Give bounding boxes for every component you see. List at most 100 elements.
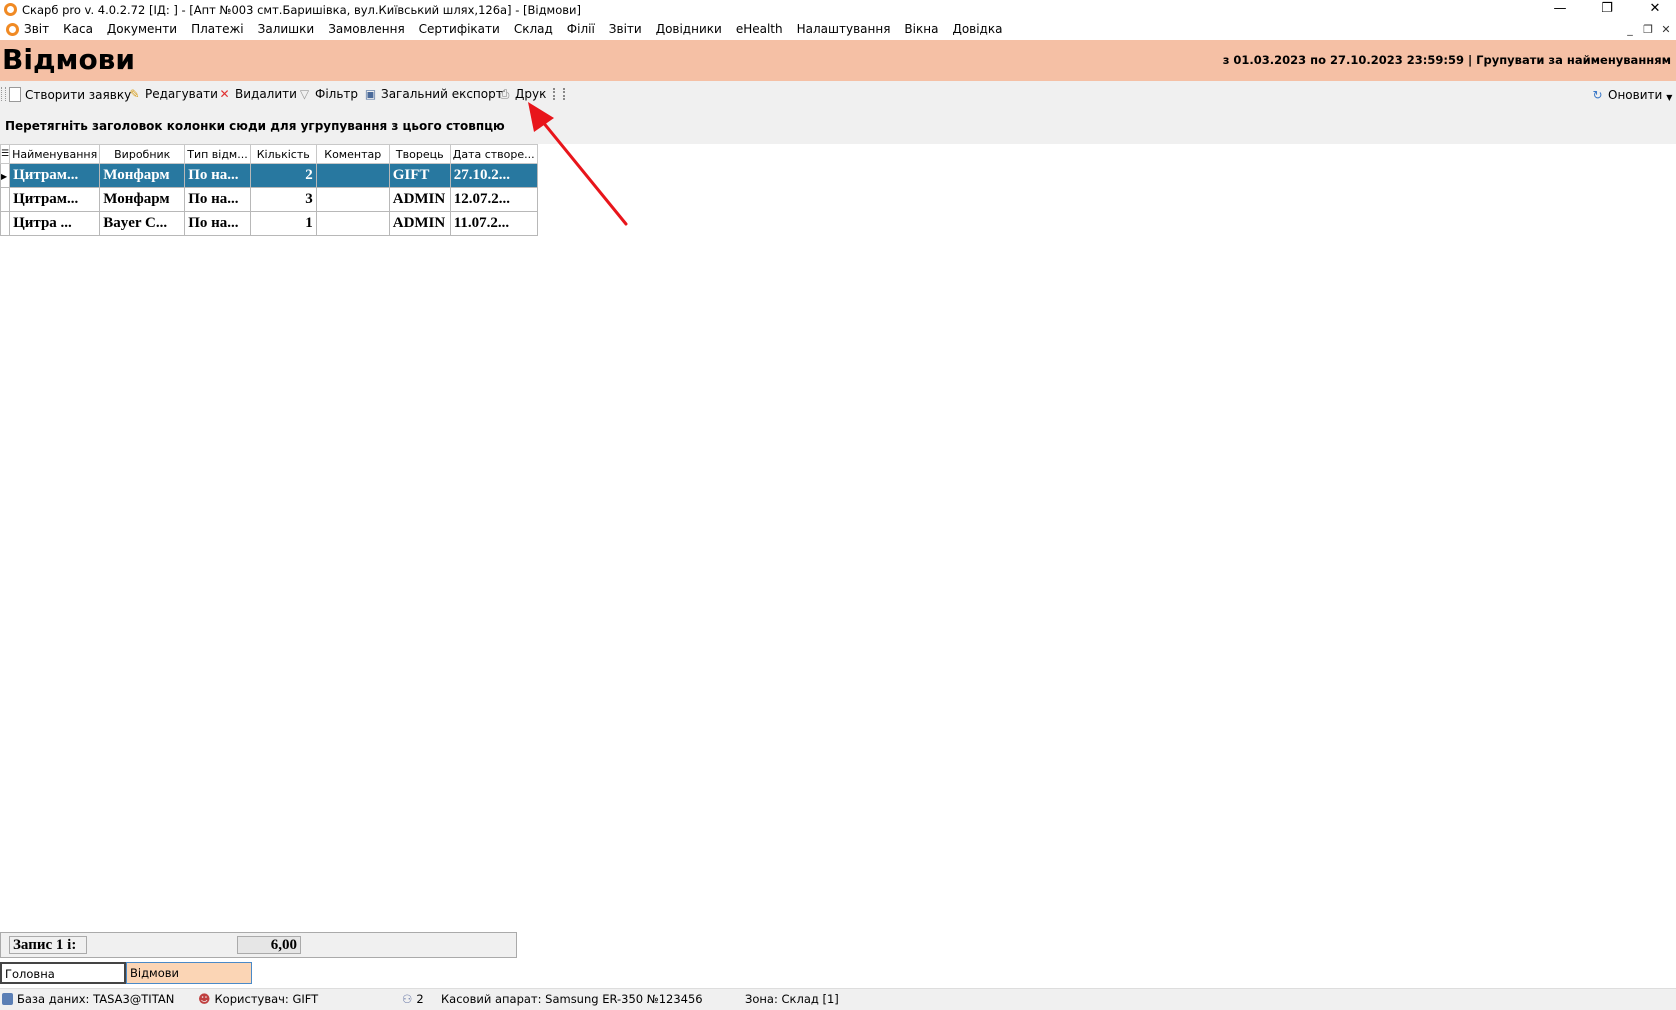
menu-item-payments[interactable]: Платежі: [191, 22, 244, 36]
cell-creator[interactable]: ADMIN: [388, 187, 451, 212]
menu-item-reports[interactable]: Звіти: [609, 22, 642, 36]
column-header-creator[interactable]: Творець: [388, 144, 451, 164]
page-header: Відмови з 01.03.2023 по 27.10.2023 23:59…: [0, 40, 1676, 81]
refresh-label: Оновити: [1608, 87, 1663, 102]
menu-item-branches[interactable]: Філії: [567, 22, 595, 36]
status-bar: База даних: TASA3@TITAN ☻ Користувач: GI…: [0, 988, 1676, 1010]
app-menu-icon[interactable]: [6, 23, 19, 36]
column-header-quantity[interactable]: Кількість: [249, 144, 317, 164]
menu-items: Звіт Каса Документи Платежі Залишки Замо…: [24, 22, 1002, 36]
menu-item-report[interactable]: Звіт: [24, 22, 49, 36]
create-request-label: Створити заявку: [25, 87, 132, 102]
filter-label: Фільтр: [315, 87, 359, 101]
cell-quantity[interactable]: 2: [249, 163, 317, 188]
status-count-text: 2: [416, 992, 424, 1006]
tab-refusals[interactable]: Відмови: [126, 962, 252, 984]
users-icon: ⚇: [402, 992, 413, 1006]
cell-name[interactable]: Цитрам...: [9, 187, 101, 212]
cell-manufacturer[interactable]: Монфарм: [99, 187, 186, 212]
menu-item-settings[interactable]: Налаштування: [797, 22, 891, 36]
cell-refusal-type[interactable]: По на...: [184, 211, 251, 236]
filter-button[interactable]: ▽ Фільтр: [298, 87, 358, 101]
cell-quantity[interactable]: 1: [249, 211, 317, 236]
delete-x-icon: ✕: [219, 87, 230, 101]
user-icon: ☻: [198, 992, 211, 1006]
menu-item-windows[interactable]: Вікна: [904, 22, 938, 36]
mdi-minimize-button[interactable]: _: [1622, 23, 1638, 37]
cell-name[interactable]: Цитрам...: [9, 163, 101, 188]
row-indicator-icon: ▶: [0, 163, 11, 188]
create-request-button[interactable]: Створити заявку: [9, 87, 131, 102]
cell-manufacturer[interactable]: Bayer C...: [99, 211, 186, 236]
annotation-arrow: [528, 102, 628, 226]
cell-name[interactable]: Цитра ...: [9, 211, 101, 236]
table-row[interactable]: Цитрам... Монфарм По на... 3 ADMIN 12.07…: [0, 187, 538, 212]
document-icon: [9, 87, 21, 102]
window-title: Скарб pro v. 4.0.2.72 [ІД: ] - [Апт №003…: [22, 3, 581, 17]
status-database-text: База даних: TASA3@TITAN: [17, 992, 175, 1006]
toolbar-grip[interactable]: [1, 87, 6, 101]
menu-item-orders[interactable]: Замовлення: [328, 22, 404, 36]
menu-item-certificates[interactable]: Сертифікати: [419, 22, 500, 36]
refresh-icon: ↻: [1592, 87, 1603, 102]
menu-item-directories[interactable]: Довідники: [656, 22, 722, 36]
status-database: База даних: TASA3@TITAN: [2, 992, 174, 1006]
refresh-button[interactable]: ↻ Оновити ▼: [1591, 87, 1673, 103]
pencil-icon: ✎: [129, 87, 140, 101]
cell-comment[interactable]: [315, 163, 390, 188]
title-bar: Скарб pro v. 4.0.2.72 [ІД: ] - [Апт №003…: [0, 0, 1676, 20]
mdi-close-button[interactable]: ✕: [1658, 23, 1674, 37]
menu-item-ehealth[interactable]: eHealth: [736, 22, 783, 36]
tab-main[interactable]: Головна: [0, 962, 126, 984]
restore-button[interactable]: ❐: [1592, 0, 1622, 20]
row-indicator: [0, 211, 11, 236]
menu-item-documents[interactable]: Документи: [107, 22, 177, 36]
row-indicator: [0, 187, 11, 212]
table-row[interactable]: Цитра ... Bayer C... По на... 1 ADMIN 11…: [0, 211, 538, 236]
column-header-refusal-type[interactable]: Тип відм...: [184, 144, 251, 164]
delete-label: Видалити: [235, 87, 297, 101]
close-button[interactable]: ✕: [1640, 0, 1670, 20]
mdi-restore-button[interactable]: ❐: [1640, 23, 1656, 37]
status-zone-text: Зона: Склад [1]: [745, 992, 839, 1006]
grid-header-row: ☰ Найменування Виробник Тип відм... Кіль…: [0, 144, 538, 164]
chevron-down-icon: ▼: [1666, 93, 1673, 102]
table-row[interactable]: ▶ Цитрам... Монфарм По на... 2 GIFT 27.1…: [0, 163, 538, 188]
status-cash-register: Касовий апарат: Samsung ER-350 №123456: [441, 992, 703, 1006]
app-logo-icon: [4, 3, 17, 16]
menu-bar: Звіт Каса Документи Платежі Залишки Замо…: [0, 20, 1676, 40]
edit-label: Редагувати: [145, 87, 218, 101]
toolbar: Створити заявку ✎ Редагувати ✕ Видалити …: [0, 81, 1676, 108]
menu-item-help[interactable]: Довідка: [952, 22, 1002, 36]
cell-comment[interactable]: [315, 211, 390, 236]
general-export-label: Загальний експорт: [381, 87, 503, 101]
cell-comment[interactable]: [315, 187, 390, 212]
status-user-text: Користувач: GIFT: [214, 992, 319, 1006]
minimize-button[interactable]: —: [1545, 0, 1575, 20]
page-title: Відмови: [2, 43, 136, 76]
general-export-button[interactable]: ▣ Загальний експорт: [364, 87, 503, 101]
menu-item-cash[interactable]: Каса: [63, 22, 93, 36]
cell-refusal-type[interactable]: По на...: [184, 187, 251, 212]
cell-creator[interactable]: GIFT: [388, 163, 451, 188]
edit-button[interactable]: ✎ Редагувати: [128, 87, 218, 101]
status-count: ⚇ 2: [402, 992, 424, 1006]
cell-refusal-type[interactable]: По на...: [184, 163, 251, 188]
column-chooser-icon[interactable]: ☰: [0, 144, 11, 164]
column-header-name[interactable]: Найменування: [9, 144, 101, 164]
menu-item-stock[interactable]: Залишки: [258, 22, 315, 36]
status-user: ☻ Користувач: GIFT: [198, 992, 318, 1006]
cell-quantity[interactable]: 3: [249, 187, 317, 212]
group-by-hint: Перетягніть заголовок колонки сюди для у…: [5, 119, 505, 133]
record-counter: Запис 1 і:: [13, 937, 77, 953]
column-header-manufacturer[interactable]: Виробник: [99, 144, 186, 164]
quantity-total: 6,00: [270, 937, 297, 953]
delete-button[interactable]: ✕ Видалити: [218, 87, 297, 101]
column-header-comment[interactable]: Коментар: [315, 144, 390, 164]
status-zone: Зона: Склад [1]: [745, 992, 839, 1006]
cell-manufacturer[interactable]: Монфарм: [99, 163, 186, 188]
group-by-panel[interactable]: Перетягніть заголовок колонки сюди для у…: [0, 108, 1676, 144]
cell-creator[interactable]: ADMIN: [388, 211, 451, 236]
period-group-info[interactable]: з 01.03.2023 по 27.10.2023 23:59:59 | Гр…: [1223, 53, 1671, 67]
menu-item-warehouse[interactable]: Склад: [514, 22, 553, 36]
